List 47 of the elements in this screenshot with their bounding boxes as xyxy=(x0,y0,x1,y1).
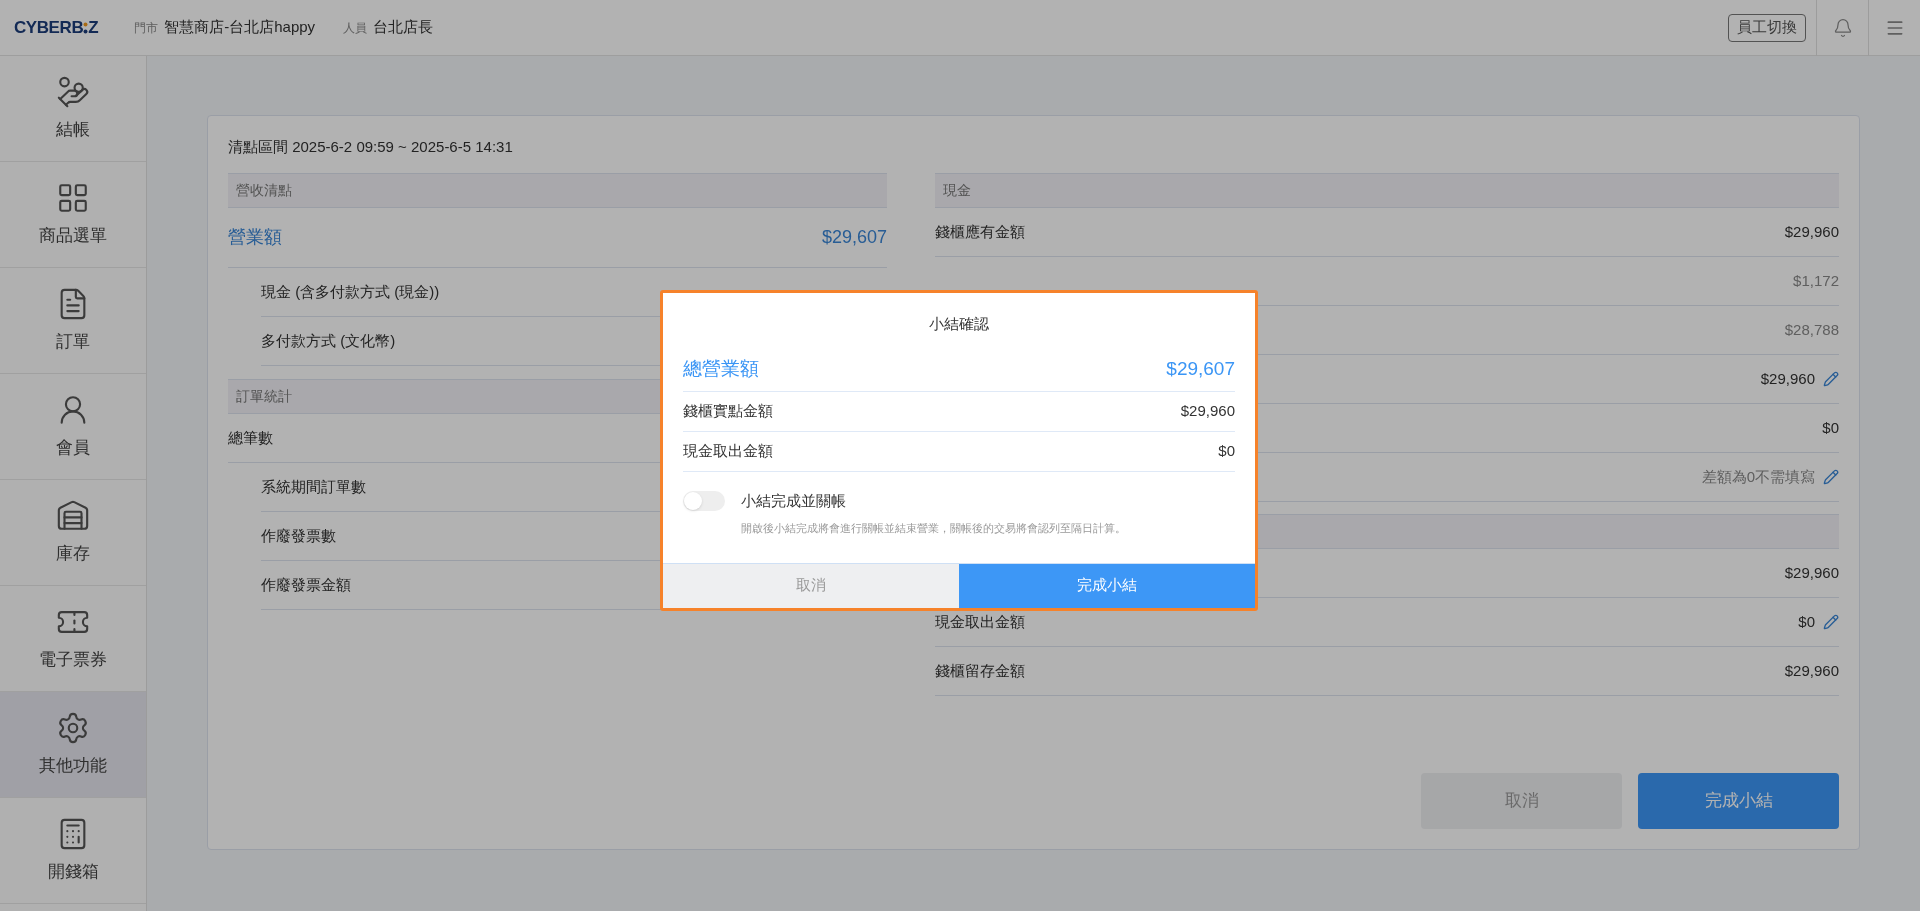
row-value: $29,960 xyxy=(1784,562,1839,583)
row-label: 錢櫃應有金額 xyxy=(935,221,1025,242)
staff-name: 台北店長 xyxy=(373,17,434,38)
edit-icon[interactable] xyxy=(1823,469,1839,485)
row-value: $28,788 xyxy=(1784,319,1839,340)
row-label: 作廢發票數 xyxy=(261,525,336,546)
row-label: 現金取出金額 xyxy=(683,440,773,461)
row-value: $0 xyxy=(1798,611,1815,632)
toggle-hint: 開啟後小結完成將會進行關帳並結束營業，關帳後的交易將會認列至隔日計算。 xyxy=(741,521,1126,536)
row-label: 總營業額 xyxy=(683,356,759,381)
period-text: 清點區間 2025-6-2 09:59 ~ 2025-6-5 14:31 xyxy=(228,137,514,157)
row-label: 總筆數 xyxy=(228,427,273,448)
staff-label: 人員 xyxy=(343,19,368,37)
store-label: 門市 xyxy=(134,19,159,37)
row-label: 營業額 xyxy=(228,226,282,249)
toggle-label: 小結完成並關帳 xyxy=(741,490,847,511)
notification-icon[interactable] xyxy=(1832,17,1853,38)
row-value: $29,960 xyxy=(1784,660,1839,681)
row-label: 系統期間訂單數 xyxy=(261,476,366,497)
section-header: 營收清點 xyxy=(228,173,887,208)
hand-coin-icon xyxy=(56,74,90,109)
gear-icon xyxy=(56,710,90,745)
logo-dot-icon xyxy=(83,21,89,34)
row-value: $1,172 xyxy=(1793,270,1839,291)
edit-icon[interactable] xyxy=(1823,614,1839,630)
row-value: $0 xyxy=(1218,440,1235,461)
row-value: 差額為0不需填寫 xyxy=(1701,466,1815,487)
row-value: $29,960 xyxy=(1784,221,1839,242)
close-account-toggle[interactable] xyxy=(683,490,725,511)
row-label: 多付款方式 (文化幣) xyxy=(261,330,396,351)
switch-staff-button[interactable]: 員工切換 xyxy=(1728,13,1806,42)
dialog-title: 小結確認 xyxy=(929,314,989,334)
row-label: 現金取出金額 xyxy=(935,611,1025,632)
section-header: 現金 xyxy=(935,173,1839,208)
row-value: $0 xyxy=(1822,417,1839,438)
sidebar-item[interactable]: 其他功能 xyxy=(0,692,146,798)
row-value: $29,607 xyxy=(1166,356,1235,381)
row-value: $29,960 xyxy=(1760,368,1815,389)
logo: CYBERB Z xyxy=(14,16,99,39)
row-label: 現金 (含多付款方式 (現金)) xyxy=(261,281,440,302)
store-name: 智慧商店-台北店happy xyxy=(164,17,316,38)
row-label: 錢櫃留存金額 xyxy=(935,660,1025,681)
row-value: $29,960 xyxy=(1180,400,1235,421)
edit-icon[interactable] xyxy=(1823,371,1839,387)
row-value: $29,607 xyxy=(821,226,887,249)
warehouse-icon xyxy=(56,498,90,533)
row-label: 作廢發票金額 xyxy=(261,574,351,595)
